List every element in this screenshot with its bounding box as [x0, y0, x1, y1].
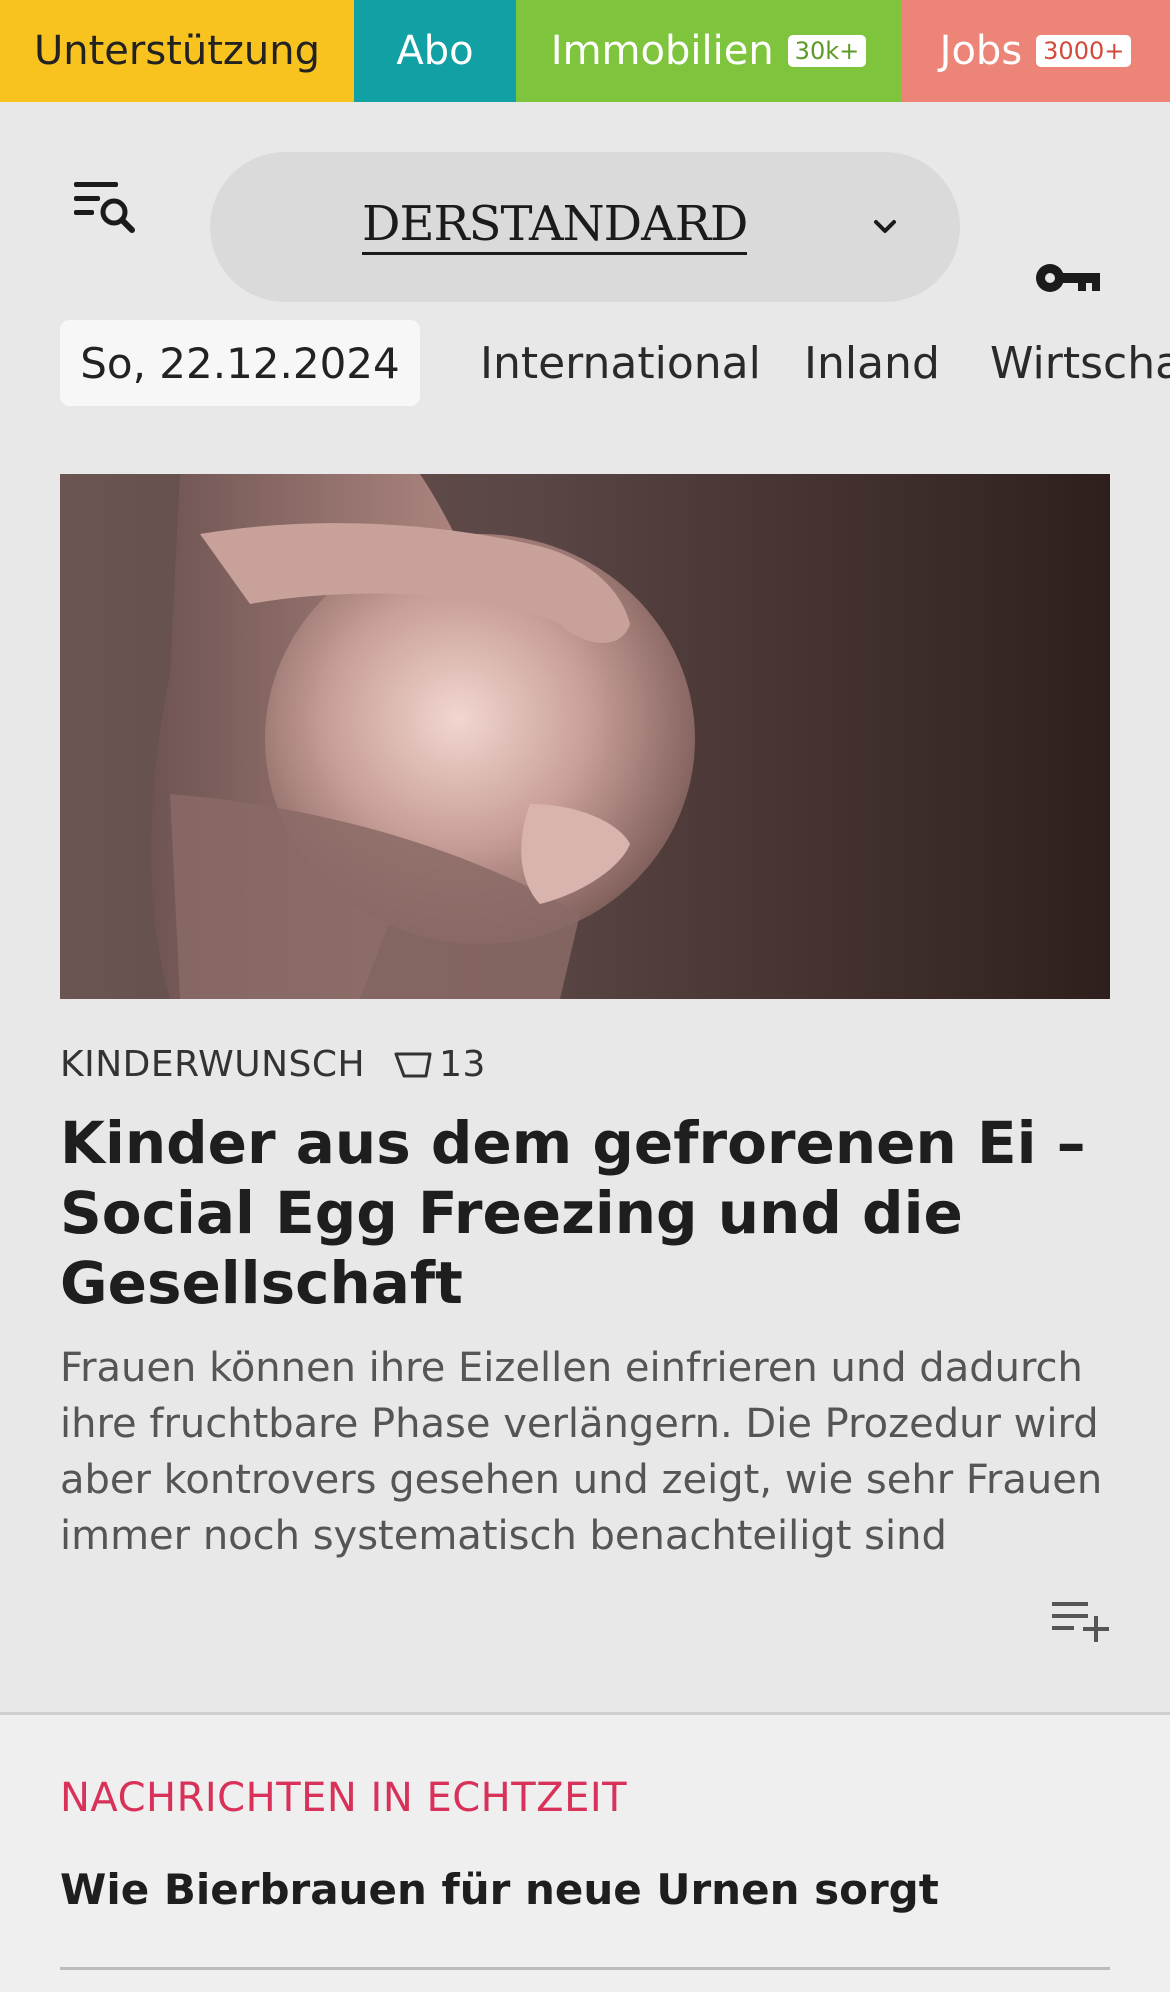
- jobs-badge: 3000+: [1036, 35, 1132, 67]
- support-label: Unterstützung: [33, 28, 320, 74]
- nav-item-international[interactable]: International: [480, 320, 761, 406]
- login-button[interactable]: [1034, 253, 1104, 303]
- key-icon: [1036, 264, 1100, 292]
- abo-link[interactable]: Abo: [354, 0, 516, 102]
- comment-icon: [394, 1052, 432, 1077]
- menu-search-button[interactable]: [72, 178, 138, 238]
- kicker-label: KINDERWUNSCH: [60, 1044, 366, 1085]
- menu-search-icon: [74, 182, 135, 233]
- site-logo: DERSTANDARD: [362, 196, 748, 255]
- divider: [60, 1967, 1110, 1970]
- playlist-add-icon: [1052, 1602, 1109, 1642]
- chevron-down-icon: [874, 220, 896, 233]
- jobs-label: Jobs: [939, 28, 1023, 74]
- realtime-news-item[interactable]: Wie Bierbrauen für neue Urnen sorgt: [60, 1865, 939, 1914]
- comment-count-link[interactable]: 13: [393, 1044, 486, 1085]
- section-nav: So, 22.12.2024 International Inland Wirt…: [0, 302, 1170, 432]
- article-kicker: KINDERWUNSCH 13: [60, 1044, 486, 1085]
- date-chip: So, 22.12.2024: [60, 320, 420, 406]
- comment-count: 13: [439, 1044, 486, 1085]
- top-category-bar: Unterstützung Abo Immobilien 30k+ Jobs 3…: [0, 0, 1170, 102]
- site-header: DERSTANDARD: [0, 102, 1170, 302]
- realtime-title: NACHRICHTEN IN ECHTZEIT: [60, 1775, 628, 1821]
- brand-switcher[interactable]: DERSTANDARD: [210, 152, 960, 302]
- article-lead: Frauen können ihre Eizellen einfrieren u…: [60, 1345, 1103, 1559]
- immobilien-label: Immobilien: [550, 28, 774, 74]
- support-link[interactable]: Unterstützung: [0, 0, 354, 102]
- article-headline[interactable]: Kinder aus dem gefrorenen Ei – Social Eg…: [60, 1108, 1100, 1318]
- realtime-news-section: NACHRICHTEN IN ECHTZEIT Wie Bierbrauen f…: [0, 1712, 1170, 1992]
- nav-item-inland[interactable]: Inland: [804, 320, 940, 406]
- logo-text: DERSTANDARD: [362, 196, 748, 252]
- jobs-link[interactable]: Jobs 3000+: [901, 0, 1170, 102]
- nav-item-wirtschaft[interactable]: Wirtscha: [990, 320, 1170, 406]
- immobilien-link[interactable]: Immobilien 30k+: [516, 0, 901, 102]
- abo-label: Abo: [396, 28, 474, 74]
- article-hero-image[interactable]: [60, 474, 1110, 999]
- immobilien-badge: 30k+: [787, 35, 867, 67]
- add-to-list-button[interactable]: [1050, 1596, 1112, 1646]
